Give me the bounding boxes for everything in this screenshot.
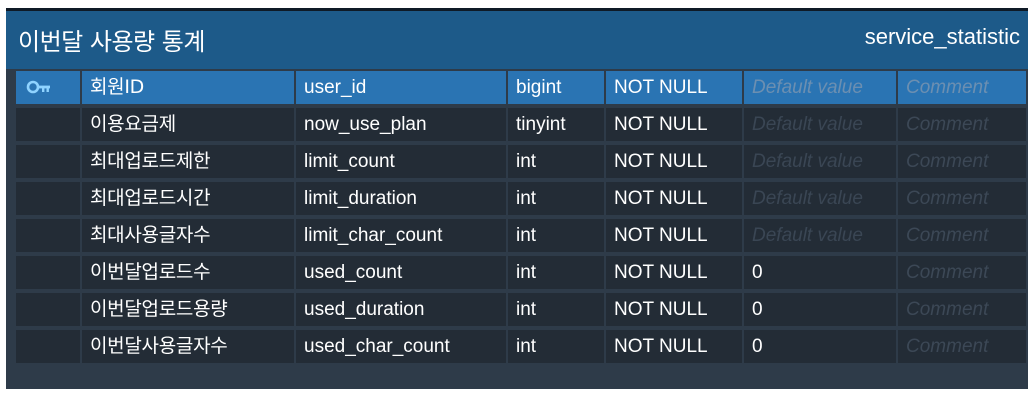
column-row[interactable]: 최대업로드시간 limit_duration int NOT NULL Defa… xyxy=(16,180,1026,217)
data-type-cell[interactable]: int xyxy=(508,219,604,252)
physical-name-cell[interactable]: used_duration xyxy=(296,293,506,326)
logical-name-cell[interactable]: 이번달사용글자수 xyxy=(82,330,294,363)
key-cell[interactable] xyxy=(16,293,80,326)
comment-cell[interactable]: Comment xyxy=(898,71,1026,104)
data-type-cell[interactable]: int xyxy=(508,182,604,215)
nullability-cell[interactable]: NOT NULL xyxy=(606,293,742,326)
default-value-cell[interactable]: Default value xyxy=(744,219,896,252)
nullability-cell[interactable]: NOT NULL xyxy=(606,219,742,252)
key-icon xyxy=(26,80,50,94)
nullability-cell[interactable]: NOT NULL xyxy=(606,182,742,215)
physical-name-cell[interactable]: limit_char_count xyxy=(296,219,506,252)
key-cell[interactable] xyxy=(16,145,80,178)
key-cell[interactable] xyxy=(16,330,80,363)
physical-name-cell[interactable]: limit_count xyxy=(296,145,506,178)
nullability-cell[interactable]: NOT NULL xyxy=(606,108,742,141)
default-value-cell[interactable]: Default value xyxy=(744,145,896,178)
entity-title[interactable]: 이번달 사용량 통계 xyxy=(18,22,205,57)
comment-cell[interactable]: Comment xyxy=(898,145,1026,178)
physical-name-cell[interactable]: now_use_plan xyxy=(296,108,506,141)
logical-name-cell[interactable]: 최대업로드시간 xyxy=(82,182,294,215)
column-row[interactable]: 이번달업로드수 used_count int NOT NULL 0 Commen… xyxy=(16,254,1026,291)
data-type-cell[interactable]: int xyxy=(508,293,604,326)
column-row[interactable]: 이용요금제 now_use_plan tinyint NOT NULL Defa… xyxy=(16,106,1026,143)
logical-name-cell[interactable]: 회원ID xyxy=(82,71,294,104)
data-type-cell[interactable]: int xyxy=(508,256,604,289)
data-type-cell[interactable]: bigint xyxy=(508,71,604,104)
entity-header[interactable]: 이번달 사용량 통계 service_statistic xyxy=(6,11,1028,69)
comment-cell[interactable]: Comment xyxy=(898,219,1026,252)
logical-name-cell[interactable]: 이번달업로드수 xyxy=(82,256,294,289)
comment-cell[interactable]: Comment xyxy=(898,330,1026,363)
data-type-cell[interactable]: tinyint xyxy=(508,108,604,141)
key-cell[interactable] xyxy=(16,219,80,252)
comment-cell[interactable]: Comment xyxy=(898,182,1026,215)
nullability-cell[interactable]: NOT NULL xyxy=(606,256,742,289)
data-type-cell[interactable]: int xyxy=(508,145,604,178)
column-row[interactable]: 이번달사용글자수 used_char_count int NOT NULL 0 … xyxy=(16,328,1026,365)
default-value-cell[interactable]: Default value xyxy=(744,108,896,141)
entity-table-card[interactable]: 이번달 사용량 통계 service_statistic 회원ID user_i… xyxy=(6,8,1028,389)
comment-cell[interactable]: Comment xyxy=(898,108,1026,141)
nullability-cell[interactable]: NOT NULL xyxy=(606,71,742,104)
physical-name-cell[interactable]: used_char_count xyxy=(296,330,506,363)
data-type-cell[interactable]: int xyxy=(508,330,604,363)
entity-physical-name[interactable]: service_statistic xyxy=(865,24,1020,50)
primary-key-cell[interactable] xyxy=(16,71,80,104)
default-value-cell[interactable]: Default value xyxy=(744,71,896,104)
comment-cell[interactable]: Comment xyxy=(898,256,1026,289)
column-row[interactable]: 이번달업로드용량 used_duration int NOT NULL 0 Co… xyxy=(16,291,1026,328)
column-row[interactable]: 최대사용글자수 limit_char_count int NOT NULL De… xyxy=(16,217,1026,254)
key-cell[interactable] xyxy=(16,182,80,215)
column-row[interactable]: 회원ID user_id bigint NOT NULL Default val… xyxy=(16,69,1026,106)
comment-cell[interactable]: Comment xyxy=(898,293,1026,326)
column-row[interactable]: 최대업로드제한 limit_count int NOT NULL Default… xyxy=(16,143,1026,180)
nullability-cell[interactable]: NOT NULL xyxy=(606,330,742,363)
nullability-cell[interactable]: NOT NULL xyxy=(606,145,742,178)
physical-name-cell[interactable]: user_id xyxy=(296,71,506,104)
key-cell[interactable] xyxy=(16,256,80,289)
key-cell[interactable] xyxy=(16,108,80,141)
logical-name-cell[interactable]: 최대사용글자수 xyxy=(82,219,294,252)
default-value-cell[interactable]: 0 xyxy=(744,330,896,363)
logical-name-cell[interactable]: 이번달업로드용량 xyxy=(82,293,294,326)
logical-name-cell[interactable]: 이용요금제 xyxy=(82,108,294,141)
logical-name-cell[interactable]: 최대업로드제한 xyxy=(82,145,294,178)
default-value-cell[interactable]: 0 xyxy=(744,256,896,289)
physical-name-cell[interactable]: used_count xyxy=(296,256,506,289)
physical-name-cell[interactable]: limit_duration xyxy=(296,182,506,215)
default-value-cell[interactable]: 0 xyxy=(744,293,896,326)
default-value-cell[interactable]: Default value xyxy=(744,182,896,215)
